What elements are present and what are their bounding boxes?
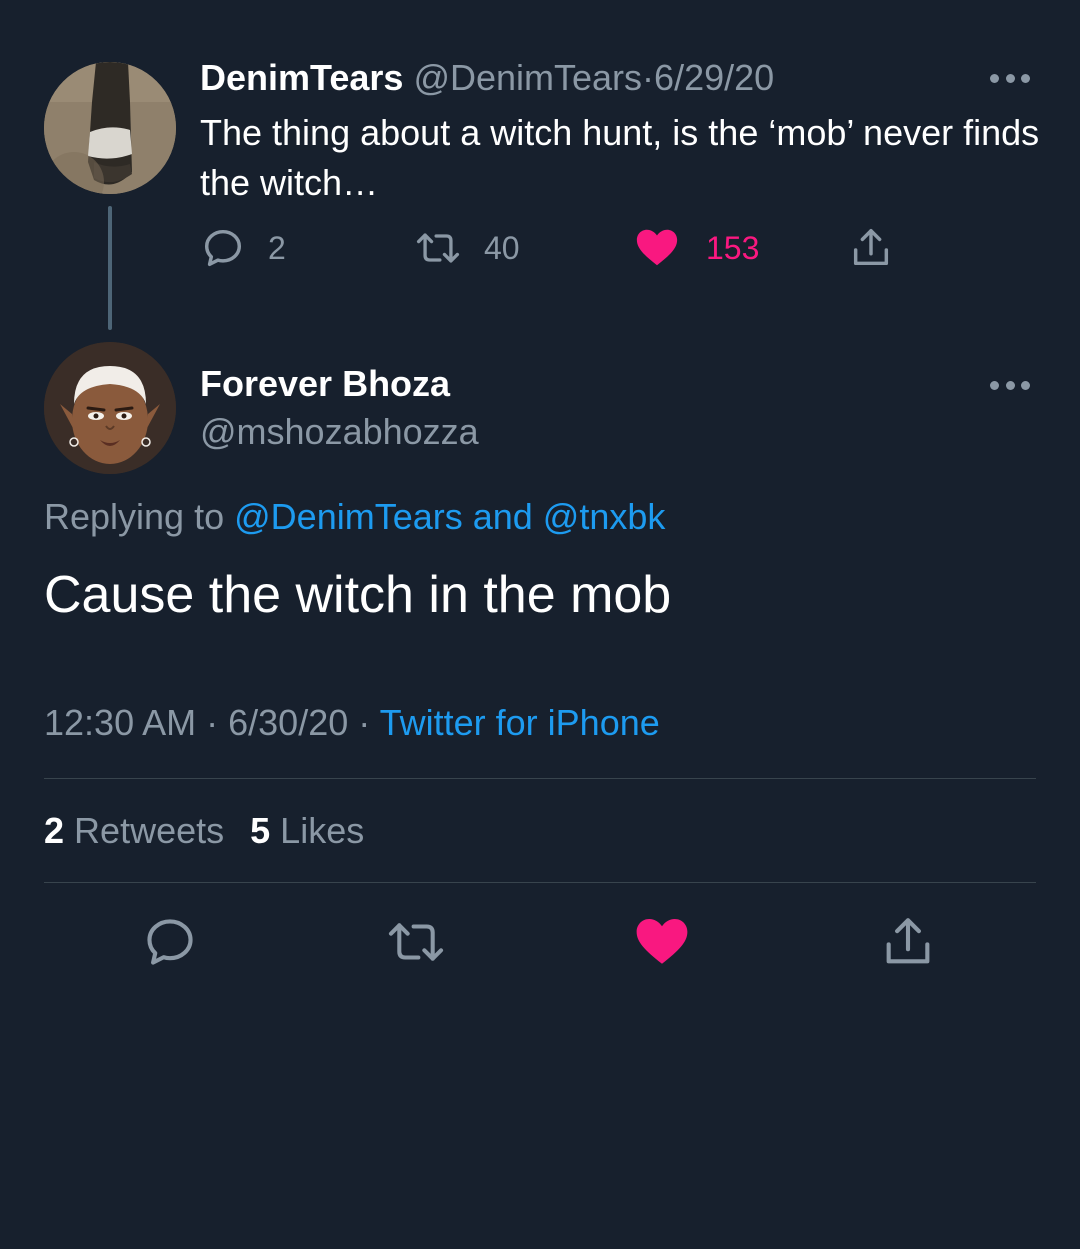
retweets-stat[interactable]: 2 Retweets xyxy=(44,810,224,851)
reply-button[interactable] xyxy=(138,910,202,974)
reply-date: 6/30/20 xyxy=(228,702,349,743)
divider xyxy=(44,882,1036,883)
parent-retweet-button[interactable]: 40 xyxy=(414,222,520,274)
thread-connector-line xyxy=(108,206,112,330)
reply-tweet-text: Cause the witch in the mob xyxy=(44,566,672,624)
meta-separator: · xyxy=(206,702,219,743)
likes-count: 5 xyxy=(250,810,271,851)
parent-tweet-text: The thing about a witch hunt, is the ‘mo… xyxy=(200,112,1040,203)
engagement-stats: 2 Retweets 5 Likes xyxy=(44,808,364,854)
boot-photo xyxy=(44,62,176,194)
retweet-button[interactable] xyxy=(384,910,448,974)
tweet-thread-screen: DenimTears @DenimTears·6/29/20 The thing… xyxy=(0,0,1080,1249)
parent-action-bar: 2 40 153 xyxy=(200,222,920,274)
reply-action-bar xyxy=(0,910,1080,974)
parent-display-name[interactable]: DenimTears xyxy=(200,57,403,98)
reply-meta-line: 12:30 AM · 6/30/20 · Twitter for iPhone xyxy=(44,700,660,746)
parent-more-icon[interactable] xyxy=(990,72,1030,84)
source-link[interactable]: Twitter for iPhone xyxy=(380,702,660,743)
parent-like-button[interactable]: 153 xyxy=(634,222,759,274)
header-separator: · xyxy=(642,57,655,98)
parent-reply-button[interactable]: 2 xyxy=(200,222,286,274)
reply-time: 12:30 AM xyxy=(44,702,197,743)
retweets-count: 2 xyxy=(44,810,65,851)
replying-targets-link[interactable]: @DenimTears and @tnxbk xyxy=(234,496,665,537)
reply-more-icon[interactable] xyxy=(990,379,1030,391)
parent-tweet-header: DenimTears @DenimTears·6/29/20 xyxy=(200,56,774,100)
retweets-label: Retweets xyxy=(74,810,225,851)
reply-handle[interactable]: @mshozabhozza xyxy=(200,410,479,454)
heart-icon xyxy=(636,229,678,266)
heart-icon xyxy=(636,919,688,964)
parent-avatar[interactable] xyxy=(44,62,176,194)
replying-to-line: Replying to @DenimTears and @tnxbk xyxy=(44,494,665,540)
meta-separator: · xyxy=(358,702,371,743)
parent-reply-count: 2 xyxy=(268,229,286,266)
likes-stat[interactable]: 5 Likes xyxy=(250,810,364,851)
parent-share-button[interactable] xyxy=(848,222,894,274)
reply-icon xyxy=(147,919,193,965)
divider xyxy=(44,778,1036,779)
reply-display-name[interactable]: Forever Bhoza xyxy=(200,362,450,406)
retweet-icon xyxy=(416,233,460,263)
share-button[interactable] xyxy=(876,910,940,974)
parent-date[interactable]: 6/29/20 xyxy=(654,57,774,98)
likes-label: Likes xyxy=(280,810,365,851)
cartoon-avatar xyxy=(44,342,176,474)
parent-retweet-count: 40 xyxy=(484,229,520,266)
reply-avatar[interactable] xyxy=(44,342,176,474)
reply-icon xyxy=(204,229,242,267)
parent-handle[interactable]: @DenimTears xyxy=(413,57,642,98)
like-button[interactable] xyxy=(630,910,694,974)
share-icon xyxy=(853,229,889,266)
share-icon xyxy=(886,918,930,964)
replying-prefix: Replying to xyxy=(44,496,225,537)
retweet-icon xyxy=(388,923,444,961)
parent-like-count: 153 xyxy=(706,229,760,266)
